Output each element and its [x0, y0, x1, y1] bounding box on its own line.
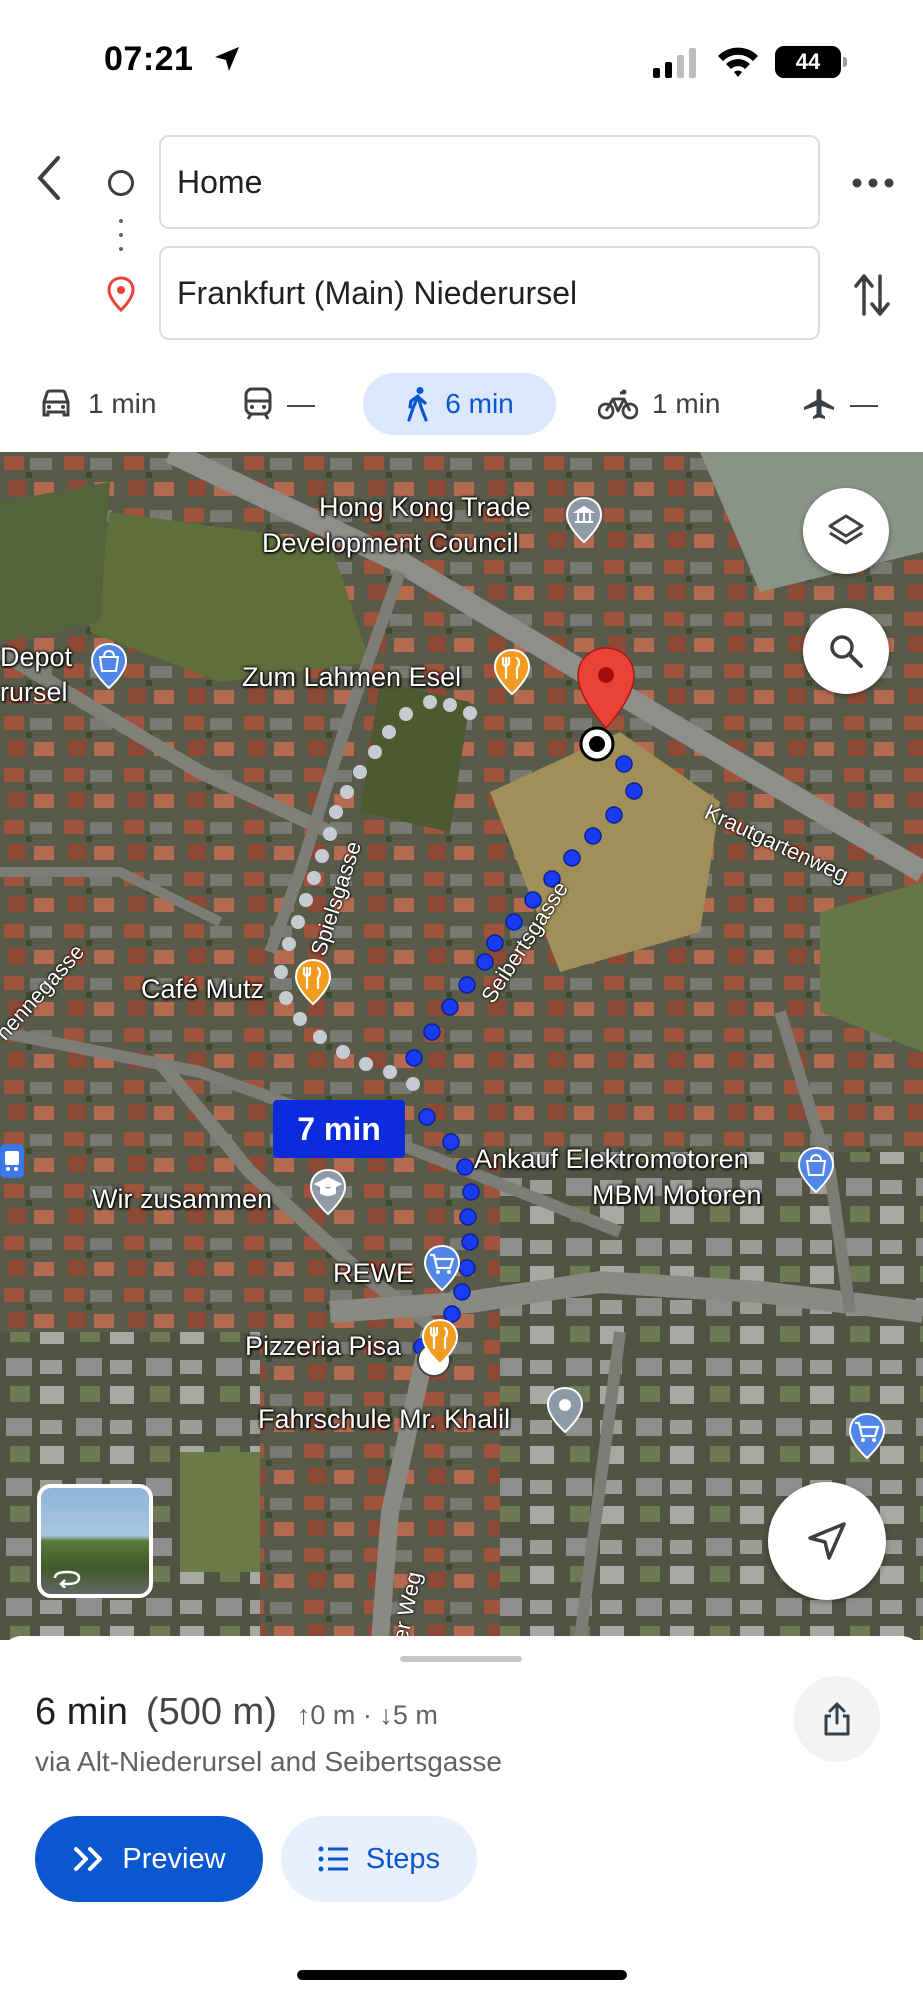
my-location-button[interactable] [768, 1482, 886, 1600]
route-time-badge[interactable]: 7 min [273, 1100, 405, 1158]
poi-label[interactable]: Hong Kong Trade [319, 492, 531, 523]
shopping-pin-icon[interactable] [796, 1146, 836, 1194]
cycling-time: 1 min [652, 388, 721, 419]
poi-label[interactable]: Pizzeria Pisa [245, 1331, 401, 1362]
preview-label: Preview [122, 1842, 226, 1875]
poi-label[interactable]: Zum Lahmen Esel [242, 662, 461, 693]
back-arrow-icon[interactable] [28, 150, 72, 206]
tab-driving[interactable]: 1 min [38, 373, 156, 435]
bike-icon [598, 389, 638, 420]
origin-circle-icon [108, 170, 134, 196]
sheet-drag-handle[interactable] [400, 1656, 522, 1662]
search-along-route-button[interactable] [803, 608, 889, 694]
grocery-pin-icon[interactable] [847, 1412, 887, 1460]
satellite-map-background [0, 452, 923, 1640]
poi-label[interactable]: MBM Motoren [592, 1180, 762, 1211]
navigation-arrow-icon [808, 1522, 846, 1560]
school-pin-icon[interactable] [308, 1168, 348, 1216]
tab-transit[interactable]: — [243, 373, 315, 435]
status-time: 07:21 [104, 40, 194, 78]
layers-button[interactable] [803, 488, 889, 574]
landmark-pin-icon[interactable] [564, 496, 604, 544]
route-details-sheet[interactable]: 6 min (500 m) ↑0 m · ↓5 m via Alt-Nieder… [0, 1636, 923, 2000]
route-duration: 6 min [35, 1691, 128, 1733]
tab-walking[interactable]: 6 min [363, 373, 556, 435]
steps-button[interactable]: Steps [281, 1816, 477, 1902]
restaurant-pin-icon[interactable] [293, 958, 333, 1006]
home-indicator [297, 1970, 627, 1980]
tab-flights[interactable]: — [802, 373, 878, 435]
elevation-change: ↑0 m · ↓5 m [296, 1700, 438, 1730]
grocery-pin-icon[interactable] [422, 1244, 462, 1292]
share-icon [824, 1702, 850, 1736]
poi-label[interactable]: Development Council [262, 528, 519, 559]
location-pin-icon[interactable] [545, 1386, 585, 1434]
flights-time: — [850, 388, 878, 419]
poi-label[interactable]: REWE [333, 1258, 414, 1289]
train-icon [244, 387, 272, 420]
layers-icon [828, 514, 864, 545]
tab-cycling[interactable]: 1 min [598, 373, 720, 435]
preview-button[interactable]: Preview [35, 1816, 263, 1902]
status-bar: 07:21 44 [0, 0, 923, 120]
restaurant-pin-icon[interactable] [420, 1318, 460, 1366]
map-view[interactable]: Hong Kong Trade Development Council Zum … [0, 452, 923, 1640]
poi-label[interactable]: Depot [0, 642, 72, 673]
destination-input[interactable]: Frankfurt (Main) Niederursel [159, 246, 820, 340]
driving-time: 1 min [88, 388, 157, 419]
walk-icon [407, 387, 428, 422]
poi-label[interactable]: rursel [0, 677, 68, 708]
route-summary: 6 min (500 m) ↑0 m · ↓5 m [35, 1691, 438, 1734]
wifi-icon [718, 47, 758, 77]
cellular-signal-icon [653, 48, 696, 78]
poi-label[interactable]: Wir zusammen [92, 1184, 272, 1215]
location-arrow-icon [215, 47, 239, 71]
travel-mode-tabs: 1 min — 6 min 1 min — [0, 373, 923, 441]
steps-label: Steps [365, 1842, 441, 1875]
route-via-text: via Alt-Niederursel and Seibertsgasse [35, 1746, 502, 1777]
search-icon [830, 635, 863, 668]
poi-label[interactable]: Ankauf Elektromotoren [474, 1144, 749, 1175]
bus-stop-icon[interactable] [0, 1144, 24, 1178]
origin-input[interactable]: Home [159, 135, 820, 229]
car-icon [42, 389, 70, 417]
restaurant-pin-icon[interactable] [492, 648, 532, 696]
street-view-thumbnail[interactable] [37, 1484, 153, 1598]
share-button[interactable] [794, 1676, 880, 1762]
double-chevron-icon [74, 1847, 103, 1871]
list-icon [318, 1846, 348, 1872]
battery-indicator: 44 [775, 46, 847, 78]
route-connector-dots [119, 219, 123, 255]
walking-time: 6 min [445, 388, 514, 419]
poi-label[interactable]: Fahrschule Mr. Khalil [258, 1404, 510, 1435]
shopping-pin-icon[interactable] [89, 642, 129, 690]
plane-icon [804, 389, 834, 419]
route-distance: (500 m) [145, 1691, 277, 1733]
destination-pin-icon [107, 276, 135, 312]
street-view-icon [53, 1570, 81, 1588]
transit-time: — [287, 388, 315, 419]
more-options-icon[interactable] [848, 168, 898, 198]
swap-directions-icon[interactable] [852, 270, 892, 320]
poi-label[interactable]: Café Mutz [141, 974, 264, 1005]
